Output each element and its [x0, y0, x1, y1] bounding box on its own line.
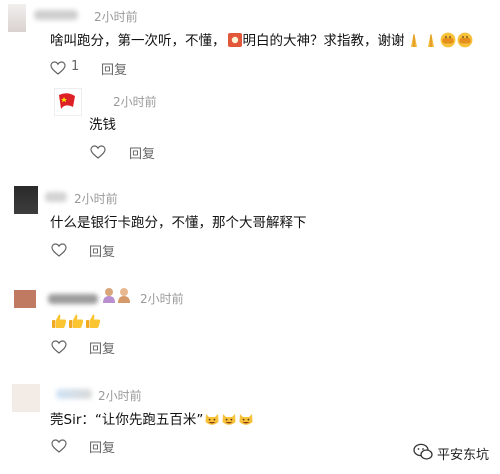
- like-count: 1: [71, 59, 80, 74]
- comment-text: 啥叫跑分，第一次听，不懂， 明白的大神？求指教，谢谢: [50, 32, 473, 50]
- flag-avatar-image: [55, 89, 81, 115]
- avatar[interactable]: [8, 4, 26, 32]
- username-blurred[interactable]: [56, 389, 92, 399]
- comment-time: 2小时前: [140, 292, 184, 306]
- grinning-cat-emoji: [222, 414, 236, 425]
- avatar[interactable]: [54, 88, 82, 116]
- thumbs-up-emoji: [52, 314, 67, 328]
- comment-emoji-text: [50, 311, 101, 331]
- fist-bump-emoji: [457, 32, 472, 48]
- reply-button[interactable]: 回复: [89, 338, 115, 357]
- like-icon[interactable]: [51, 340, 67, 354]
- comment-time: 2小时前: [94, 10, 138, 24]
- grinning-cat-emoji: [205, 414, 219, 425]
- folded-hands-emoji: [410, 34, 417, 47]
- avatar[interactable]: [14, 290, 36, 308]
- comment-time: 2小时前: [74, 192, 118, 206]
- like-icon[interactable]: [50, 61, 66, 75]
- thumbs-up-emoji: [69, 314, 84, 328]
- username-blurred[interactable]: [48, 294, 98, 304]
- reply-text: 洗钱: [89, 117, 116, 133]
- reply-time: 2小时前: [113, 95, 157, 109]
- person-icon: [103, 288, 115, 303]
- reply-button[interactable]: 回复: [101, 59, 127, 78]
- wechat-icon: [413, 443, 433, 460]
- like-icon[interactable]: [51, 243, 67, 257]
- comment-text: 莞Sir：“让你先跑五百米”: [50, 411, 254, 429]
- person-icon: [118, 288, 130, 303]
- reply-button[interactable]: 回复: [89, 437, 115, 456]
- username-blurred[interactable]: [34, 10, 78, 20]
- reply-button[interactable]: 回复: [129, 143, 155, 162]
- grinning-cat-emoji: [239, 414, 253, 425]
- like-icon[interactable]: [90, 145, 106, 159]
- avatar[interactable]: [14, 186, 38, 214]
- folded-hands-emoji: [427, 34, 434, 47]
- reply-button[interactable]: 回复: [89, 241, 115, 260]
- watermark-text: 平安东坑: [437, 448, 490, 463]
- username-blurred[interactable]: [45, 192, 67, 202]
- thumbs-up-emoji: [86, 314, 101, 328]
- badge-icon: [227, 33, 242, 47]
- like-icon[interactable]: [51, 439, 67, 453]
- fist-bump-emoji: [440, 32, 455, 48]
- avatar[interactable]: [12, 384, 40, 412]
- comment-time: 2小时前: [98, 389, 142, 403]
- comment-text: 什么是银行卡跑分，不懂，那个大哥解释下: [50, 215, 307, 231]
